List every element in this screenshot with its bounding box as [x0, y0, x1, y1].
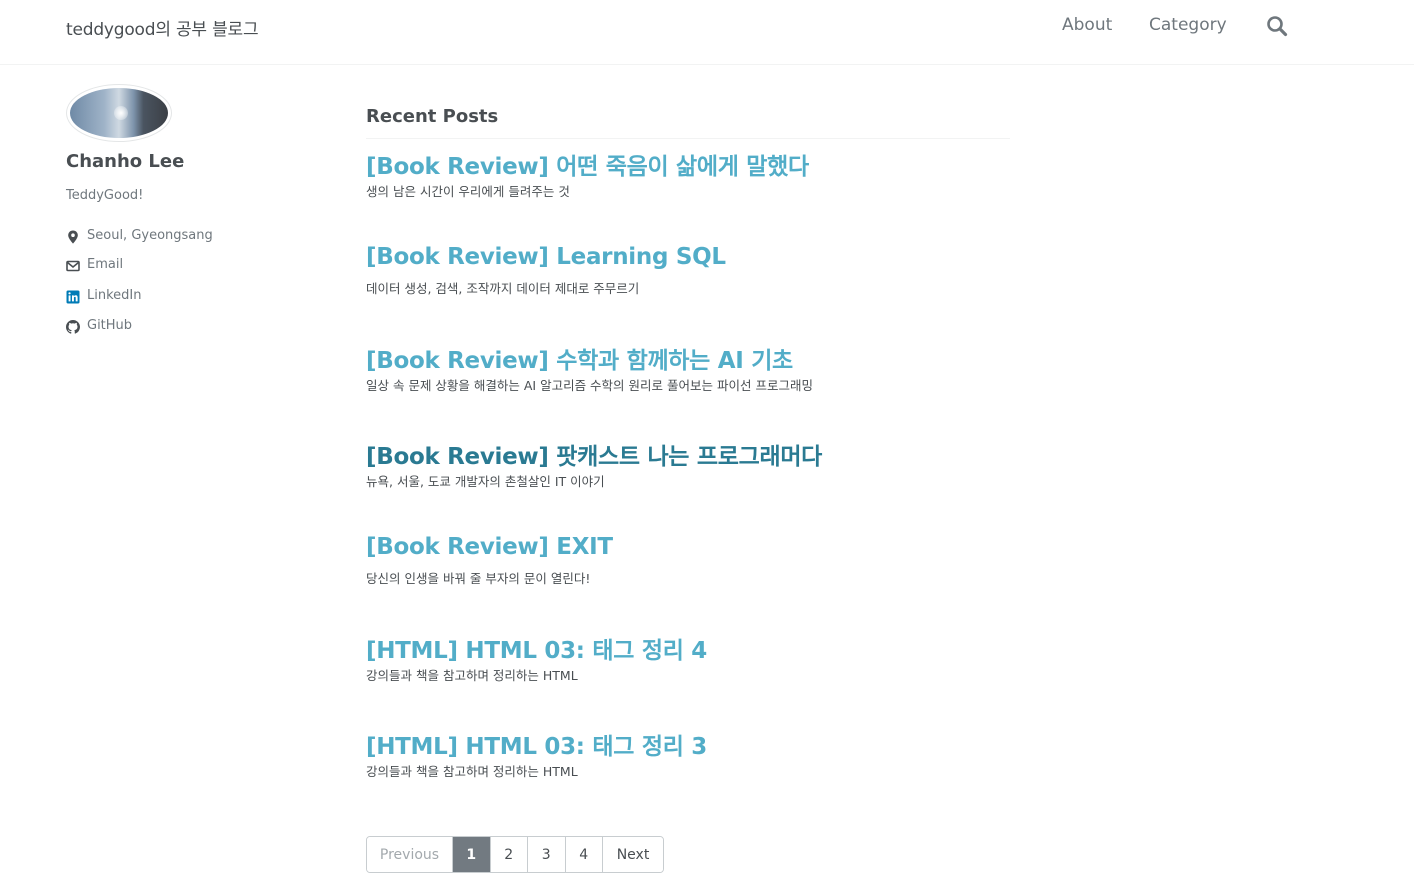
site-title[interactable]: teddygood의 공부 블로그 [66, 15, 259, 40]
map-marker-icon [66, 229, 80, 244]
pagination-page-4[interactable]: 4 [565, 837, 603, 872]
page-title: Recent Posts [366, 106, 499, 127]
post-excerpt: 생의 남은 시간이 우리에게 들려주는 것 [366, 184, 570, 199]
post-excerpt: 강의들과 책을 참고하며 정리하는 HTML [366, 764, 578, 779]
linkedin-icon [66, 289, 80, 304]
post-excerpt: 일상 속 문제 상황을 해결하는 AI 알고리즘 수학의 원리로 풀어보는 파이… [366, 378, 813, 393]
post-excerpt: 뉴욕, 서울, 도쿄 개발자의 촌철살인 IT 이야기 [366, 474, 605, 489]
location-text: Seoul, Gyeongsang [87, 228, 213, 243]
author-github-link[interactable]: GitHub [66, 316, 286, 336]
post-excerpt: 당신의 인생을 바꿔 줄 부자의 문이 열린다! [366, 571, 591, 586]
github-link[interactable]: GitHub [87, 318, 132, 333]
github-icon [66, 319, 80, 334]
post-excerpt: 데이터 생성, 검색, 조작까지 데이터 제대로 주무르기 [366, 281, 640, 296]
masthead: teddygood의 공부 블로그 About Category [0, 0, 1414, 65]
envelope-icon [66, 258, 80, 272]
post-title-link[interactable]: [HTML] HTML 03: 태그 정리 3 [366, 727, 707, 761]
post-title-link[interactable]: [Book Review] 수학과 함께하는 AI 기초 [366, 341, 793, 375]
author-email-link[interactable]: Email [66, 255, 286, 275]
pagination-page-3[interactable]: 3 [528, 837, 566, 872]
pagination-previous-button[interactable]: Previous [367, 837, 453, 872]
post-title-link[interactable]: [HTML] HTML 03: 태그 정리 4 [366, 631, 707, 665]
author-bio: TeddyGood! [66, 188, 144, 203]
post-title-link[interactable]: [Book Review] 어떤 죽음이 삶에게 말했다 [366, 147, 809, 181]
post-title-link[interactable]: [Book Review] EXIT [366, 534, 613, 560]
post-title-link[interactable]: [Book Review] 팟캐스트 나는 프로그래머다 [366, 437, 822, 471]
pagination: Previous 1 2 3 4 Next [366, 836, 664, 873]
post-excerpt: 강의들과 책을 참고하며 정리하는 HTML [366, 668, 578, 683]
nav-about-link[interactable]: About [1062, 15, 1112, 35]
author-location: Seoul, Gyeongsang [66, 226, 286, 246]
avatar [66, 84, 172, 142]
linkedin-link[interactable]: LinkedIn [87, 288, 141, 303]
author-linkedin-link[interactable]: LinkedIn [66, 286, 286, 306]
nav-category-link[interactable]: Category [1149, 15, 1227, 35]
title-divider [366, 138, 1010, 139]
pagination-next-button[interactable]: Next [603, 837, 663, 872]
email-link[interactable]: Email [87, 257, 123, 272]
post-title-link[interactable]: [Book Review] Learning SQL [366, 244, 726, 270]
pagination-page-1[interactable]: 1 [453, 837, 491, 872]
avatar-image [70, 88, 168, 138]
pagination-page-2[interactable]: 2 [490, 837, 528, 872]
author-name: Chanho Lee [66, 151, 185, 172]
search-icon[interactable] [1265, 14, 1289, 38]
